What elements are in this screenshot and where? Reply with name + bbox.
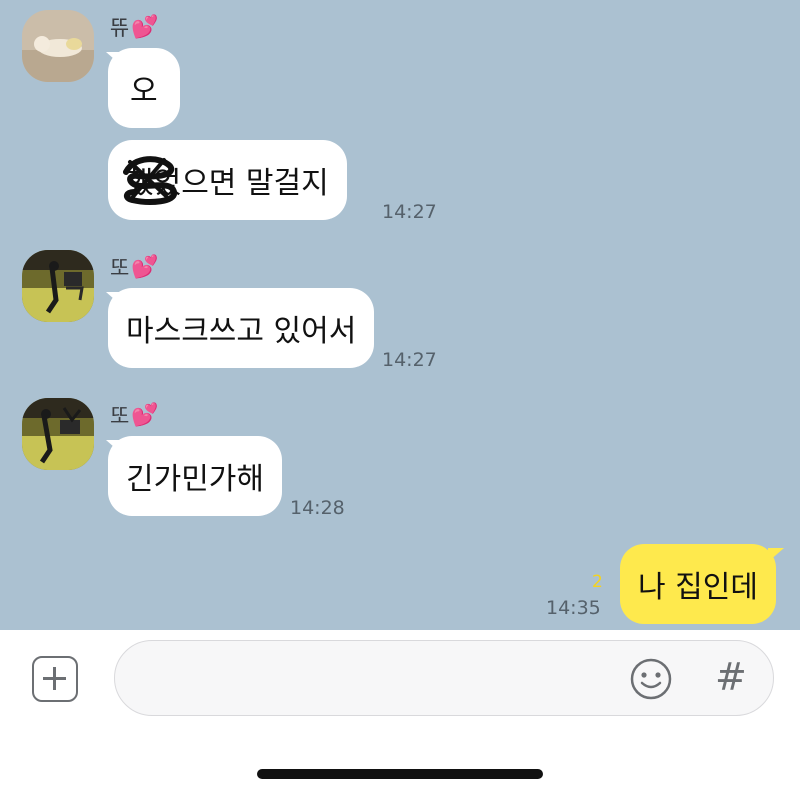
timestamp: 14:35 [546, 597, 601, 619]
message-bubble[interactable]: 나 집인데 [620, 544, 776, 624]
emoji-icon[interactable] [629, 657, 673, 701]
timestamp: 14:27 [382, 349, 437, 371]
timestamp: 14:28 [290, 497, 345, 519]
sender-name: 또 💕 [110, 252, 159, 282]
message-text: 긴가민가해 [126, 462, 264, 497]
message-input[interactable]: # [114, 640, 774, 716]
message-list[interactable]: 뜌 💕 오 했었으면 말걸지 14:27 또 💕 마스크쓰고 있어서 14:27… [0, 0, 800, 630]
avatar[interactable] [22, 250, 94, 322]
sender-name-text: 뜌 [110, 16, 130, 40]
message-text: 오 [130, 74, 158, 109]
redaction-scribble [123, 156, 177, 205]
avatar[interactable] [22, 10, 94, 82]
timestamp: 14:27 [382, 201, 437, 223]
unread-count: 2 [592, 572, 603, 592]
heart-icon: 💕 [131, 14, 159, 40]
chat-screen: 뜌 💕 오 했었으면 말걸지 14:27 또 💕 마스크쓰고 있어서 14:27… [0, 0, 800, 786]
input-bar: # [0, 630, 800, 786]
heart-icon: 💕 [131, 402, 159, 428]
message-bubble[interactable]: 오 [108, 48, 180, 128]
sender-name: 또 💕 [110, 400, 159, 430]
heart-icon: 💕 [131, 254, 159, 280]
sender-name: 뜌 💕 [110, 12, 159, 42]
home-indicator[interactable] [257, 769, 543, 779]
avatar[interactable] [22, 398, 94, 470]
message-text: 마스크쓰고 있어서 [126, 314, 357, 349]
plus-icon[interactable] [32, 656, 78, 702]
sender-name-text: 또 [110, 256, 130, 280]
message-bubble[interactable]: 긴가민가해 [108, 436, 282, 516]
message-bubble[interactable]: 마스크쓰고 있어서 [108, 288, 375, 368]
sender-name-text: 또 [110, 404, 130, 428]
message-text: 나 집인데 [638, 570, 758, 605]
hash-icon[interactable]: # [715, 655, 747, 699]
